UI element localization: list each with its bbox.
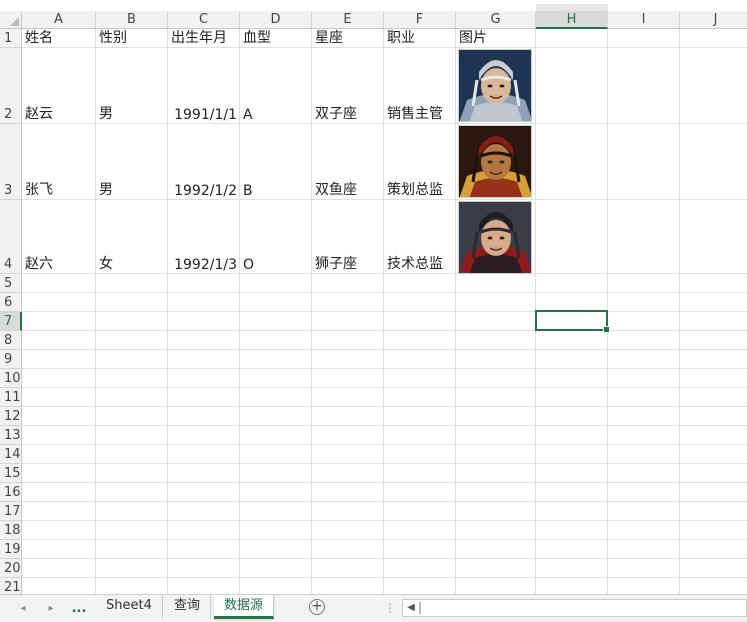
column-header-f[interactable]: F bbox=[384, 11, 456, 29]
gridline-horizontal bbox=[22, 577, 747, 578]
row-header-13[interactable]: 13 bbox=[0, 426, 22, 445]
header-cell-col-a[interactable]: 姓名 bbox=[22, 29, 96, 48]
data-cell-zodiac[interactable]: 双子座 bbox=[312, 48, 384, 124]
gridline-horizontal bbox=[22, 406, 747, 407]
row-header-3[interactable]: 3 bbox=[0, 124, 22, 200]
data-cell-blood[interactable]: O bbox=[240, 200, 312, 274]
add-sheet-button[interactable]: + bbox=[309, 599, 325, 615]
data-cell-birth[interactable]: 1992/1/3 bbox=[168, 200, 240, 274]
tab-query[interactable]: 查询 bbox=[164, 595, 212, 619]
data-cell-name[interactable]: 赵六 bbox=[22, 200, 96, 274]
tab-sheet4[interactable]: Sheet4 bbox=[96, 595, 163, 619]
row-header-2[interactable]: 2 bbox=[0, 48, 22, 124]
data-cell-name[interactable]: 赵云 bbox=[22, 48, 96, 124]
row-header-6[interactable]: 6 bbox=[0, 293, 22, 312]
next-sheet-icon[interactable]: ▸ bbox=[42, 599, 60, 619]
row-header-16[interactable]: 16 bbox=[0, 483, 22, 502]
ribbon-edge bbox=[0, 0, 747, 11]
gridline-horizontal bbox=[22, 311, 747, 312]
gridline-horizontal bbox=[22, 349, 747, 350]
data-cell-birth[interactable]: 1992/1/2 bbox=[168, 124, 240, 200]
header-cell-col-d[interactable]: 血型 bbox=[240, 29, 312, 48]
row-header-8[interactable]: 8 bbox=[0, 331, 22, 350]
header-cell-col-f[interactable]: 职业 bbox=[384, 29, 456, 48]
warrior-portrait-red-headband-image bbox=[458, 125, 532, 198]
gridline-horizontal bbox=[22, 539, 747, 540]
data-cell-birth[interactable]: 1991/1/1 bbox=[168, 48, 240, 124]
splitter-handle-icon[interactable]: ⋮ bbox=[384, 601, 396, 615]
data-cell-zodiac[interactable]: 双鱼座 bbox=[312, 124, 384, 200]
column-header-e[interactable]: E bbox=[312, 11, 384, 29]
row-header-9[interactable]: 9 bbox=[0, 350, 22, 369]
row-header-21[interactable]: 21 bbox=[0, 578, 22, 594]
gridline-horizontal bbox=[22, 330, 747, 331]
data-cell-job[interactable]: 技术总监 bbox=[384, 200, 456, 274]
scroll-thumb[interactable] bbox=[419, 602, 421, 614]
header-cell-col-c[interactable]: 出生年月 bbox=[168, 29, 240, 48]
column-header-g[interactable]: G bbox=[456, 11, 536, 29]
row-header-20[interactable]: 20 bbox=[0, 559, 22, 578]
prev-sheet-icon[interactable]: ◂ bbox=[14, 599, 32, 619]
gridline-horizontal bbox=[22, 520, 747, 521]
column-header-h[interactable]: H bbox=[536, 11, 608, 29]
gridline-horizontal bbox=[22, 292, 747, 293]
header-cell-col-g[interactable]: 图片 bbox=[456, 29, 536, 48]
row-header-5[interactable]: 5 bbox=[0, 274, 22, 293]
row-header-7[interactable]: 7 bbox=[0, 312, 22, 331]
gridline-horizontal bbox=[22, 387, 747, 388]
more-sheets-button[interactable]: ... bbox=[70, 599, 88, 619]
gridline-horizontal bbox=[22, 482, 747, 483]
select-all-corner[interactable] bbox=[0, 11, 22, 29]
warrior-portrait-dark-armor-image bbox=[458, 201, 532, 274]
row-header-17[interactable]: 17 bbox=[0, 502, 22, 521]
data-cell-gender[interactable]: 女 bbox=[96, 200, 168, 274]
data-cell-name[interactable]: 张飞 bbox=[22, 124, 96, 200]
data-cell-job[interactable]: 策划总监 bbox=[384, 124, 456, 200]
gridline-horizontal bbox=[22, 558, 747, 559]
data-cell-gender[interactable]: 男 bbox=[96, 48, 168, 124]
gridline-horizontal bbox=[22, 444, 747, 445]
data-cell-zodiac[interactable]: 狮子座 bbox=[312, 200, 384, 274]
column-header-i[interactable]: I bbox=[608, 11, 680, 29]
data-cell-blood[interactable]: B bbox=[240, 124, 312, 200]
tab-data-source[interactable]: 数据源 bbox=[214, 595, 275, 619]
data-cell-blood[interactable]: A bbox=[240, 48, 312, 124]
gridline-horizontal bbox=[22, 368, 747, 369]
row-header-12[interactable]: 12 bbox=[0, 407, 22, 426]
row-header-1[interactable]: 1 bbox=[0, 29, 22, 48]
data-cell-gender[interactable]: 男 bbox=[96, 124, 168, 200]
column-header-d[interactable]: D bbox=[240, 11, 312, 29]
spreadsheet-grid[interactable]: A B C D E F G H I J 1 2 3 4 5 6 7 8 9 10 11 12 13 14 15 16 17 18 19 2… bbox=[0, 0, 747, 594]
data-cell-job[interactable]: 销售主管 bbox=[384, 48, 456, 124]
row-header-19[interactable]: 19 bbox=[0, 540, 22, 559]
column-header-j[interactable]: J bbox=[680, 11, 747, 29]
row-header-4[interactable]: 4 bbox=[0, 200, 22, 274]
active-cell-selection[interactable] bbox=[535, 310, 610, 333]
row-header-15[interactable]: 15 bbox=[0, 464, 22, 483]
column-header-a[interactable]: A bbox=[22, 11, 96, 29]
row-header-18[interactable]: 18 bbox=[0, 521, 22, 540]
header-cell-col-e[interactable]: 星座 bbox=[312, 29, 384, 48]
row-header-10[interactable]: 10 bbox=[0, 369, 22, 388]
scroll-left-icon[interactable]: ◀ bbox=[404, 600, 418, 616]
header-cell-col-b[interactable]: 性别 bbox=[96, 29, 168, 48]
horizontal-scrollbar[interactable]: ◀ bbox=[402, 599, 747, 617]
row-header-11[interactable]: 11 bbox=[0, 388, 22, 407]
warrior-portrait-silver-helmet-image bbox=[458, 49, 532, 122]
column-header-b[interactable]: B bbox=[96, 11, 168, 29]
gridline-horizontal bbox=[22, 425, 747, 426]
sheet-tab-bar: ◂ ▸ ... Sheet4 查询 数据源 + ⋮ ◀ bbox=[0, 594, 747, 622]
row-header-14[interactable]: 14 bbox=[0, 445, 22, 464]
gridline-horizontal bbox=[22, 463, 747, 464]
column-header-c[interactable]: C bbox=[168, 11, 240, 29]
gridline-horizontal bbox=[22, 501, 747, 502]
